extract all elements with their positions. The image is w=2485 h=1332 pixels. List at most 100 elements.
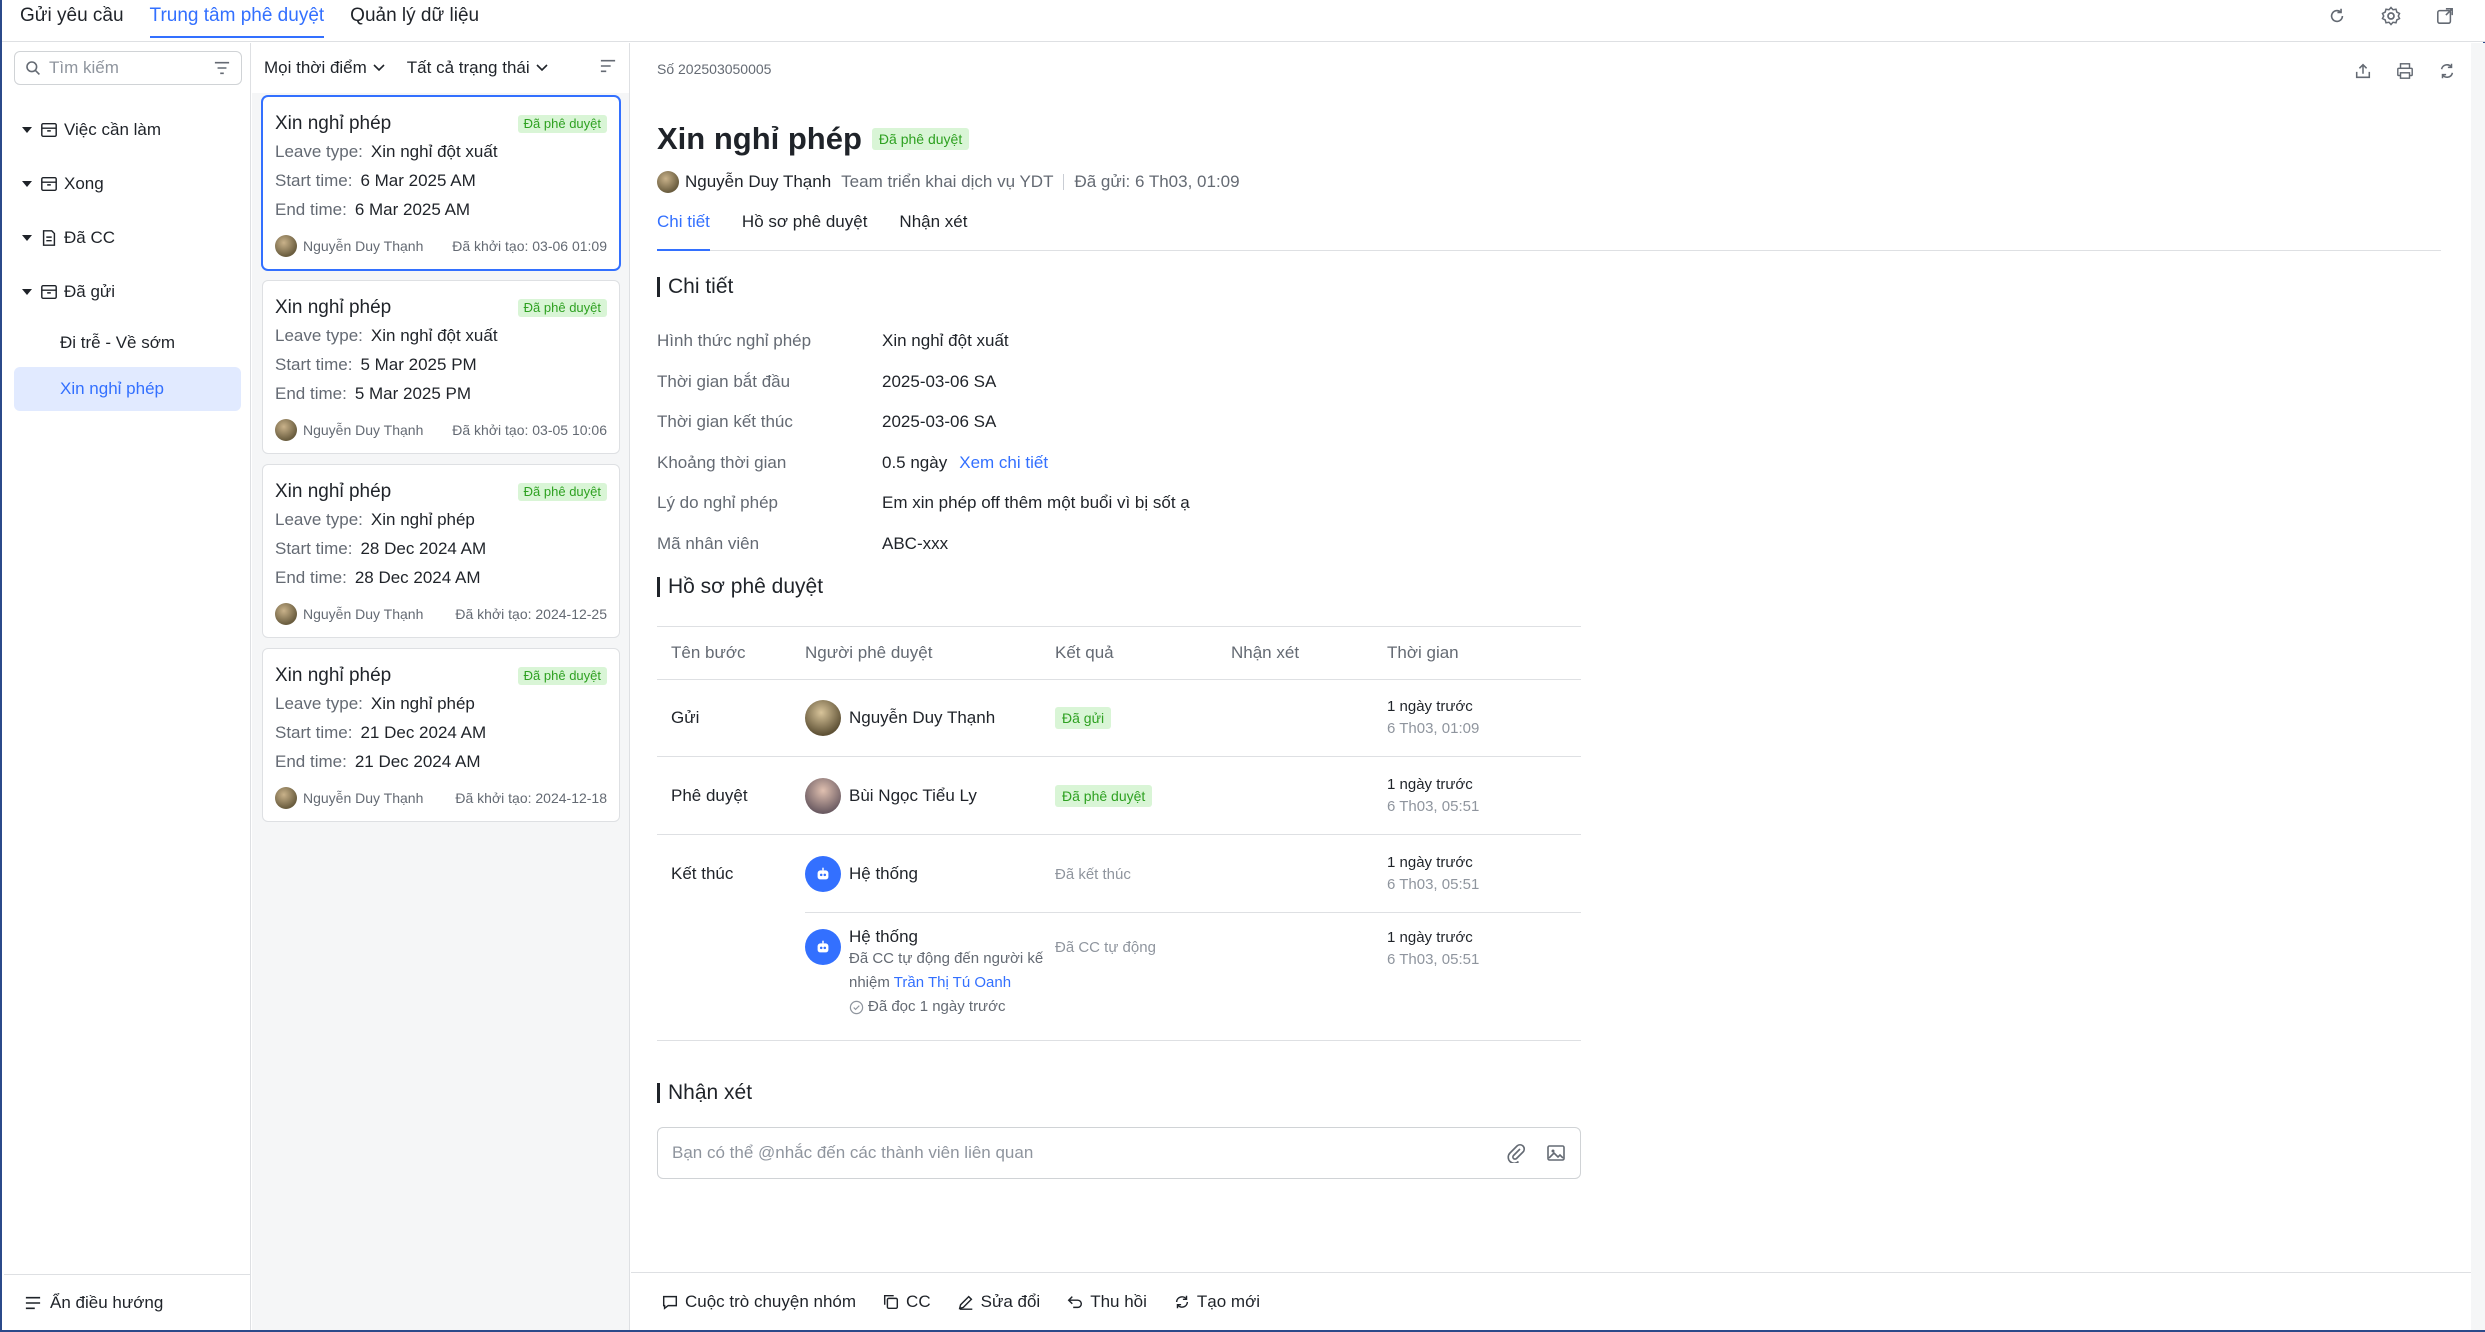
- relative-time: 1 ngày trước: [1387, 698, 1473, 715]
- col-approver: Người phê duyệt: [805, 643, 933, 662]
- caret-down-icon: [22, 235, 32, 241]
- create-new-button[interactable]: Tạo mới: [1173, 1292, 1260, 1312]
- time-filter-dropdown[interactable]: Mọi thời điểm: [264, 58, 385, 78]
- time-cell: 1 ngày trước 6 Th03, 05:51: [1387, 852, 1581, 896]
- tab-comments[interactable]: Nhận xét: [899, 205, 967, 250]
- group-chat-label: Cuộc trò chuyện nhóm: [685, 1291, 857, 1311]
- col-time: Thời gian: [1387, 643, 1459, 662]
- tab-details[interactable]: Chi tiết: [657, 205, 710, 251]
- robot-icon: [805, 929, 841, 965]
- print-icon[interactable]: [2395, 61, 2415, 81]
- status-badge: Đã phê duyệt: [871, 128, 970, 150]
- sync-icon[interactable]: [2437, 61, 2457, 81]
- absolute-time: 6 Th03, 05:51: [1387, 797, 1480, 815]
- request-card[interactable]: Xin nghỉ phép Đã phê duyệt Leave type: Xi…: [262, 648, 620, 822]
- share-icon[interactable]: [2353, 61, 2373, 81]
- end-time-value: 21 Dec 2024 AM: [354, 752, 481, 771]
- view-details-link[interactable]: Xem chi tiết: [959, 453, 1048, 473]
- avatar: [275, 787, 297, 809]
- table-row: Hệ thống Đã CC tự động đến người kế nhiệ…: [657, 913, 1581, 1041]
- hide-nav-label: Ẩn điều hướng: [50, 1292, 164, 1312]
- table-row: Gửi Nguyễn Duy Thạnh Đã gửi 1 ngày trước…: [657, 680, 1581, 757]
- rotate-icon: [1175, 1295, 1189, 1308]
- table-row: Phê duyệt Bùi Ngọc Tiểu Ly Đã phê duyệt …: [657, 757, 1581, 835]
- detail-header: Số 202503050005: [631, 43, 2471, 103]
- paperclip-icon[interactable]: [1506, 1143, 1526, 1163]
- request-card[interactable]: Xin nghỉ phép Đã phê duyệt Leave type: Xi…: [262, 280, 620, 454]
- edit-button[interactable]: Sửa đổi: [957, 1292, 1040, 1312]
- menu-icon: [25, 1296, 41, 1309]
- detail-actions: [2353, 61, 2457, 81]
- filter-icon[interactable]: [213, 60, 231, 76]
- field-row: Thời gian bắt đầu 2025-03-06 SA: [657, 362, 1190, 403]
- field-row: Lý do nghỉ phép Em xin phép off thêm một …: [657, 483, 1190, 524]
- leave-type-key: Leave type:: [275, 510, 363, 529]
- detail-footer: Cuộc trò chuyện nhóm CC Sửa đổi Thu hồi …: [631, 1272, 2471, 1330]
- sidebar-item-late-early[interactable]: Đi trễ - Về sớm: [14, 321, 241, 365]
- leave-type-value: Xin nghỉ đột xuất: [370, 142, 498, 161]
- start-time-value: 6 Mar 2025 AM: [360, 171, 476, 190]
- absolute-time: 6 Th03, 05:51: [1387, 876, 1480, 893]
- request-card[interactable]: Xin nghỉ phép Đã phê duyệt Leave type: Xi…: [262, 464, 620, 638]
- end-time-key: End time:: [275, 384, 347, 403]
- tab-approval-record[interactable]: Hồ sơ phê duyệt: [742, 205, 868, 250]
- absolute-time: 6 Th03, 05:51: [1387, 951, 1480, 968]
- avatar: [275, 419, 297, 441]
- result-badge: Đã phê duyệt: [1055, 784, 1153, 807]
- card-user: Nguyễn Duy Thạnh: [303, 238, 424, 254]
- tab-data-management[interactable]: Quản lý dữ liệu: [350, 0, 479, 42]
- approver-name[interactable]: Bùi Ngọc Tiểu Ly: [849, 786, 977, 806]
- check-circle-icon: [849, 1000, 864, 1014]
- sidebar-item-leave-request[interactable]: Xin nghỉ phép: [14, 367, 241, 411]
- request-card[interactable]: Xin nghỉ phép Đã phê duyệt Leave type: Xi…: [262, 96, 620, 270]
- detail-tabs: Chi tiết Hồ sơ phê duyệt Nhận xét: [657, 205, 2441, 251]
- comment-input[interactable]: Bạn có thể @nhắc đến các thành viên liên…: [657, 1127, 1581, 1179]
- open-window-icon[interactable]: [2433, 4, 2457, 28]
- field-value: 2025-03-06 SA: [882, 371, 997, 391]
- tab-approval-center[interactable]: Trung tâm phê duyệt: [149, 0, 325, 38]
- relative-time: 1 ngày trước: [1387, 929, 1473, 946]
- successor-link[interactable]: Trần Thị Tú Oanh: [894, 974, 1011, 991]
- gear-icon[interactable]: [2379, 4, 2403, 28]
- search-placeholder: Tìm kiếm: [49, 58, 119, 77]
- copy-icon: [884, 1294, 899, 1309]
- tree-item-label: Xong: [64, 174, 104, 193]
- field-label: Khoảng thời gian: [657, 452, 787, 472]
- status-badge: Đã phê duyệt: [517, 667, 607, 685]
- requester-name[interactable]: Nguyễn Duy Thạnh: [685, 172, 831, 192]
- table-header: Tên bước Người phê duyệt Kết quả Nhận xé…: [657, 626, 1581, 680]
- scroll-gutter: [2471, 43, 2485, 1330]
- tree-item-cc[interactable]: Đã CC: [4, 211, 251, 265]
- leave-type-value: Xin nghỉ đột xuất: [370, 326, 498, 345]
- top-nav: Gửi yêu cầu Trung tâm phê duyệt Quản lý …: [20, 0, 479, 42]
- tree-item-label: Việc cần làm: [64, 120, 162, 139]
- card-user: Nguyễn Duy Thạnh: [303, 790, 424, 806]
- field-value: Em xin phép off thêm một buổi vì bị sốt …: [882, 493, 1190, 513]
- sort-icon[interactable]: [599, 58, 617, 79]
- caret-down-icon: [22, 181, 32, 187]
- approver-name[interactable]: Nguyễn Duy Thạnh: [849, 708, 995, 728]
- create-new-label: Tạo mới: [1196, 1291, 1261, 1311]
- leave-type-key: Leave type:: [275, 694, 363, 713]
- approval-table: Tên bước Người phê duyệt Kết quả Nhận xé…: [657, 626, 1581, 1041]
- image-icon[interactable]: [1546, 1143, 1566, 1163]
- tree-item-todo[interactable]: Việc cần làm: [4, 103, 251, 157]
- nav-tree: Việc cần làm Xong Đã CC Đã gửi Đi trễ - …: [4, 103, 251, 413]
- section-comments-heading: Nhận xét: [657, 1081, 752, 1105]
- refresh-icon[interactable]: [2325, 4, 2349, 28]
- hide-nav-button[interactable]: Ẩn điều hướng: [4, 1274, 251, 1330]
- end-time-key: End time:: [275, 568, 347, 587]
- group-chat-button[interactable]: Cuộc trò chuyện nhóm: [661, 1292, 856, 1312]
- field-label: Hình thức nghỉ phép: [657, 331, 812, 351]
- cc-button[interactable]: CC: [882, 1292, 931, 1312]
- tree-item-sent[interactable]: Đã gửi: [4, 265, 251, 319]
- status-filter-dropdown[interactable]: Tất cả trạng thái: [407, 58, 548, 78]
- left-sidebar: Tìm kiếm Việc cần làm Xong Đã CC Đã gửi …: [4, 43, 251, 1330]
- withdraw-button[interactable]: Thu hồi: [1066, 1292, 1147, 1312]
- tab-submit-request[interactable]: Gửi yêu cầu: [20, 0, 124, 42]
- status-badge: Đã phê duyệt: [517, 483, 607, 501]
- leave-type-value: Xin nghỉ phép: [370, 694, 475, 713]
- relative-time: 1 ngày trước: [1387, 775, 1473, 793]
- tree-item-done[interactable]: Xong: [4, 157, 251, 211]
- search-input[interactable]: Tìm kiếm: [14, 51, 242, 85]
